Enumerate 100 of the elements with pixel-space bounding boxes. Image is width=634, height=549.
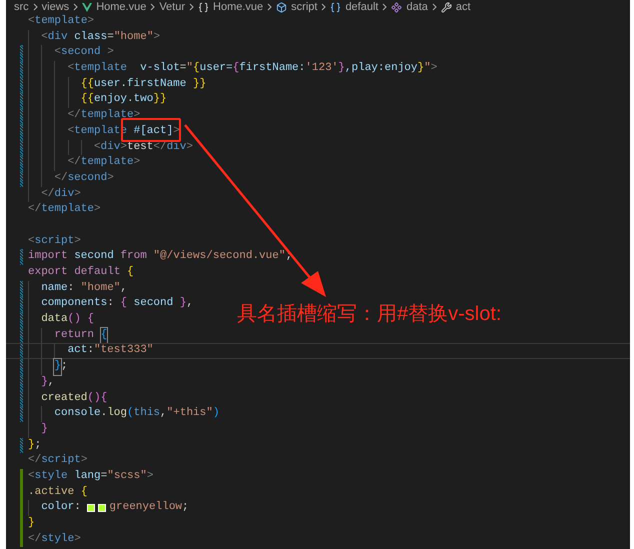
code-token: > [146, 468, 154, 484]
breadcrumb-item[interactable]: script [291, 0, 318, 14]
code-token: } [41, 422, 48, 437]
code-token: } [28, 516, 35, 531]
code-token: ; [182, 500, 189, 516]
code-token: ,play:enjoy [344, 61, 418, 76]
breadcrumb-item[interactable]: Vetur [159, 0, 186, 14]
code-token: greenyellow [109, 500, 182, 516]
code-token: test [126, 140, 154, 154]
breadcrumb-item[interactable]: Home.vue [213, 0, 264, 14]
code-token: lang [73, 468, 101, 484]
code-token: , [48, 374, 54, 390]
code-token: "+this" [166, 406, 213, 422]
code-token: console [54, 406, 101, 422]
code-token: } [338, 61, 345, 76]
code-token: } [180, 296, 186, 312]
chevron-icon [73, 3, 78, 11]
code-token: , [186, 296, 194, 312]
code-token: created [41, 390, 88, 406]
code-token: } [54, 359, 61, 375]
breadcrumb-item[interactable]: views [42, 0, 70, 14]
code-token: ; [60, 359, 68, 374]
code-token: style [34, 468, 68, 484]
code-token: import [28, 249, 68, 264]
code-token: "scss" [107, 468, 147, 484]
code-token: > [107, 170, 114, 186]
code-token: > [134, 108, 140, 124]
code-token: style [41, 532, 74, 547]
color-swatch[interactable] [98, 504, 106, 512]
code-token: user.firstName [94, 76, 188, 92]
code-token: (){ [87, 390, 108, 406]
chevron-icon [432, 3, 437, 11]
code-token: , [120, 280, 128, 296]
code-token: = [107, 30, 114, 45]
code-token: second [73, 249, 115, 264]
code-token: ) [212, 406, 220, 422]
code-token: .active [28, 484, 76, 500]
code-token: from [120, 249, 147, 264]
v-logo-icon [82, 2, 92, 12]
code-token: " [186, 61, 194, 76]
code-token: firstName: [239, 61, 306, 76]
code-token: < [28, 14, 35, 29]
code-token: = [100, 468, 108, 484]
code-token: = [180, 61, 186, 76]
braces-icon [198, 2, 210, 12]
code-token: </ [68, 155, 81, 170]
code-token: template [80, 155, 134, 170]
code-token: ( [127, 406, 134, 422]
code-token: template [41, 202, 94, 218]
code-token: > [186, 140, 193, 154]
code-token: () { [68, 312, 94, 328]
code-token: template [74, 61, 127, 76]
breadcrumb-item[interactable]: src [14, 0, 29, 14]
breadcrumb-item[interactable]: data [406, 0, 428, 14]
chevron-icon [267, 3, 272, 11]
code-token: < [68, 124, 74, 139]
code-token: '123' [305, 61, 338, 76]
code-token: , [160, 406, 167, 422]
code-token: > [173, 124, 180, 139]
code-token: > [106, 45, 114, 60]
code-token: return [54, 328, 95, 343]
method-icon [391, 2, 402, 12]
code-token: {{ [80, 76, 94, 92]
wrench-icon [440, 2, 452, 12]
code-token: > [74, 186, 81, 202]
code-token: > [94, 202, 101, 218]
code-token: > [153, 30, 160, 45]
code-token: enjoy.two [94, 92, 154, 108]
code-token: > [134, 155, 140, 170]
code-token: : [107, 296, 115, 312]
code-token: > [87, 14, 94, 29]
code-token: user= [200, 61, 233, 76]
code-token: second [132, 296, 174, 312]
code-token: { [100, 328, 108, 344]
code-token: " [424, 61, 431, 76]
breadcrumb-item[interactable]: default [345, 0, 378, 14]
chevron-icon [382, 3, 388, 11]
chevron-icon [32, 3, 38, 11]
code-token: {{ [80, 92, 94, 108]
code-token: : [87, 343, 94, 358]
chevron-icon [189, 3, 194, 11]
code-token: . [100, 406, 108, 422]
color-swatch[interactable] [87, 504, 96, 512]
code-token: </ [68, 108, 81, 124]
code-token: } [418, 61, 424, 76]
code-token: div [48, 30, 68, 45]
breadcrumb-item[interactable]: act [456, 0, 471, 14]
code-token: template [34, 14, 88, 29]
code-token: div [166, 140, 186, 154]
breadcrumb-item[interactable]: Home.vue [96, 0, 146, 14]
code-token: v-slot [139, 61, 180, 76]
code-token: second [60, 45, 101, 60]
code-token: ; [34, 438, 42, 453]
code-token: < [28, 234, 35, 249]
code-token: "test333" [94, 343, 154, 358]
code-token: </ [28, 532, 42, 547]
code-token: : [74, 500, 82, 516]
code-token: }} [153, 92, 167, 108]
code-token: </ [54, 170, 68, 186]
code-token: div [54, 186, 74, 202]
